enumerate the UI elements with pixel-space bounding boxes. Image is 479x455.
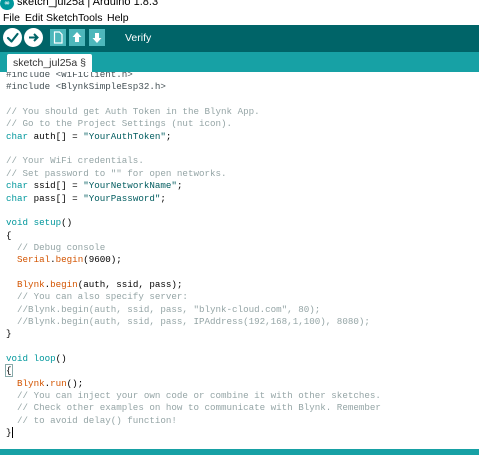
code-line: Blynk.begin(auth, ssid, pass);	[6, 279, 182, 291]
toolbar-tooltip-label: Verify	[125, 32, 152, 44]
code-line: char ssid[] = "YourNetworkName";	[6, 180, 182, 192]
code-token: void	[6, 353, 29, 365]
code-token: char	[6, 192, 29, 204]
code-token: //Blynk.begin(auth, ssid, pass, IPAddres…	[6, 316, 370, 327]
code-token: // You should get Auth Token in the Blyn…	[6, 106, 260, 118]
code-token: //Blynk.begin(auth, ssid, pass, "blynk-c…	[6, 303, 321, 315]
code-token: begin	[55, 254, 84, 266]
code-token: auth[] =	[28, 130, 84, 142]
menu-file[interactable]: File	[3, 11, 20, 25]
code-line: // Debug console	[6, 242, 105, 254]
code-line: {	[5, 364, 13, 378]
code-token: char	[6, 130, 29, 142]
code-line: // Check other examples on how to commun…	[6, 402, 381, 414]
code-line: void loop()	[6, 353, 67, 365]
code-token: // You can also specify server:	[6, 291, 188, 303]
code-line: // Set password to "" for open networks.	[6, 168, 227, 180]
tab-bar: sketch_jul25a §	[0, 52, 479, 72]
code-token: // Your WiFi credentials.	[6, 155, 144, 167]
code-token: // Set password to "" for open networks.	[6, 167, 227, 179]
code-token: // to avoid delay() function!	[6, 414, 177, 426]
new-sketch-icon	[53, 31, 63, 44]
code-line: // Go to the Project Settings (nut icon)…	[6, 118, 232, 130]
code-line: {	[6, 230, 12, 242]
code-token: #include <BlynkSimpleEsp32.h>	[6, 81, 166, 93]
code-line: // You can inject your own code or combi…	[6, 390, 381, 402]
menu-bar: File Edit Sketch Tools Help	[0, 11, 479, 25]
code-token: setup	[33, 217, 62, 229]
verify-check-icon	[6, 32, 19, 43]
code-token: "YourPassword"	[83, 192, 161, 204]
code-token: Blynk	[17, 278, 45, 290]
menu-help[interactable]: Help	[107, 11, 129, 25]
code-token: ssid[] =	[28, 180, 84, 192]
open-sketch-icon	[72, 32, 82, 42]
code-line: }	[6, 328, 12, 340]
menu-sketch[interactable]: Sketch	[46, 11, 78, 25]
code-token: char	[6, 180, 29, 192]
save-sketch-icon	[92, 33, 102, 43]
code-token: Serial	[17, 254, 51, 266]
code-token: {	[6, 229, 12, 241]
menu-tools[interactable]: Tools	[78, 11, 103, 25]
upload-arrow-icon	[29, 33, 39, 42]
upload-button[interactable]	[24, 28, 43, 47]
verify-button[interactable]	[3, 28, 22, 47]
new-sketch-button[interactable]	[50, 29, 66, 46]
code-token: (9600);	[83, 254, 122, 266]
code-editor[interactable]: #include <WiFiClient.h> #include <BlynkSi…	[0, 72, 479, 449]
code-token: run	[50, 377, 67, 389]
menu-edit[interactable]: Edit	[25, 11, 43, 25]
code-line: #include <WiFiClient.h>	[6, 72, 133, 81]
toolbar: Verify	[0, 25, 479, 52]
open-sketch-button[interactable]	[69, 29, 85, 46]
code-line: //Blynk.begin(auth, ssid, pass, "blynk-c…	[6, 304, 320, 316]
code-line: // Your WiFi credentials.	[6, 155, 144, 167]
code-token: ;	[165, 130, 172, 142]
code-token: "YourAuthToken"	[83, 130, 166, 142]
code-line: #include <BlynkSimpleEsp32.h>	[6, 81, 166, 93]
status-bar	[0, 449, 479, 455]
code-token: ;	[160, 192, 166, 204]
code-line: void setup()	[6, 217, 72, 229]
window-title: sketch_jul25a | Arduino 1.8.3	[17, 0, 159, 8]
code-token: (auth, ssid, pass);	[77, 278, 183, 290]
code-token: void	[6, 217, 29, 229]
code-token: "YourNetworkName"	[83, 180, 177, 192]
tab-sketch[interactable]: sketch_jul25a §	[7, 54, 92, 72]
code-token: loop	[33, 353, 56, 365]
code-token: // You can inject your own code or combi…	[6, 390, 381, 402]
save-sketch-button[interactable]	[89, 29, 105, 46]
code-token: #include <WiFiClient.h>	[6, 72, 133, 80]
code-line: // You can also specify server:	[6, 291, 188, 303]
code-line: // to avoid delay() function!	[6, 415, 177, 427]
code-line: Blynk.run();	[6, 378, 83, 390]
code-token: // Check other examples on how to commun…	[6, 402, 381, 414]
code-token: ;	[176, 180, 183, 192]
text-cursor	[11, 427, 13, 439]
code-token: {	[5, 364, 13, 378]
arduino-logo-icon: ∞	[0, 0, 14, 10]
code-line: //Blynk.begin(auth, ssid, pass, IPAddres…	[6, 316, 370, 328]
code-line: Serial.begin(9600);	[6, 254, 122, 266]
window-titlebar: ∞ sketch_jul25a | Arduino 1.8.3	[0, 0, 479, 11]
code-token: ();	[66, 377, 84, 389]
code-token: Blynk	[17, 377, 45, 389]
code-token: ()	[61, 217, 73, 229]
code-line: // You should get Auth Token in the Blyn…	[6, 106, 260, 118]
code-token: ()	[55, 353, 67, 365]
code-line: char auth[] = "YourAuthToken";	[6, 131, 171, 143]
code-token: // Go to the Project Settings (nut icon)…	[6, 118, 233, 130]
code-line: }	[6, 427, 13, 439]
code-token: begin	[50, 278, 78, 290]
code-token: // Debug console	[6, 241, 106, 253]
code-token: pass[] =	[28, 192, 84, 204]
code-token: }	[6, 328, 12, 340]
code-line: char pass[] = "YourPassword";	[6, 193, 166, 205]
